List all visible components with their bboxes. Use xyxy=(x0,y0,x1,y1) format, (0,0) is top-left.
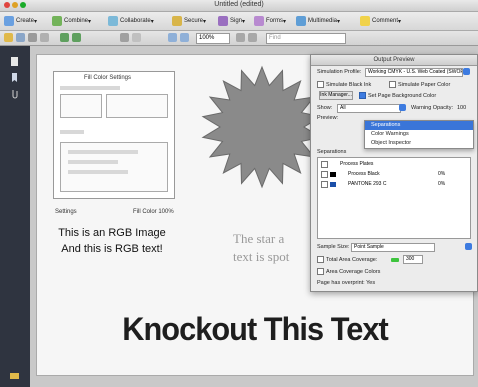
prev-page-icon[interactable] xyxy=(60,33,69,42)
separation-row[interactable]: Process Plates xyxy=(318,160,470,169)
checkbox-icon xyxy=(321,171,328,178)
pages-panel-icon[interactable] xyxy=(9,54,20,66)
simulation-profile-dropdown-icon[interactable] xyxy=(463,68,470,75)
knockout-text: Knockout This Text xyxy=(122,311,388,347)
show-label: Show: xyxy=(317,105,333,111)
sample-size-select[interactable]: Point Sample xyxy=(351,243,435,252)
simulate-black-ink-checkbox[interactable]: Simulate Black Ink xyxy=(317,81,371,88)
fit-width-icon[interactable] xyxy=(248,33,257,42)
simulate-paper-color-checkbox[interactable]: Simulate Paper Color xyxy=(389,81,450,88)
separation-row[interactable]: Process Black 0% xyxy=(318,170,470,179)
comment-button[interactable]: Comment ▾ xyxy=(360,15,401,27)
zoom-out-icon[interactable] xyxy=(168,33,177,42)
menu-item-separations[interactable]: Separations xyxy=(365,121,473,130)
layers-panel-icon[interactable] xyxy=(9,368,20,379)
ink-manager-button[interactable]: Ink Manager... xyxy=(319,91,353,100)
checkbox-icon xyxy=(389,81,396,88)
panel-title: Output Preview xyxy=(311,55,477,66)
fit-page-icon[interactable] xyxy=(236,33,245,42)
separations-list: Process Plates Process Black 0% PANTONE … xyxy=(317,157,471,239)
hand-tool-icon[interactable] xyxy=(132,33,141,42)
separation-row[interactable]: PANTONE 293 C 0% xyxy=(318,180,470,189)
secure-button[interactable]: Secure ▾ xyxy=(172,15,206,27)
multimedia-button[interactable]: Multimedia ▾ xyxy=(296,15,340,27)
checkbox-icon[interactable] xyxy=(317,268,324,275)
create-button[interactable]: Create ▾ xyxy=(4,15,37,27)
collaborate-button[interactable]: Collaborate ▾ xyxy=(108,15,154,27)
save-icon[interactable] xyxy=(16,33,25,42)
embedded-dialog-bar xyxy=(68,160,118,164)
menu-item-color-warnings[interactable]: Color Warnings xyxy=(365,130,473,139)
next-page-icon[interactable] xyxy=(72,33,81,42)
forms-icon xyxy=(254,16,264,26)
spot-color-star xyxy=(201,65,323,189)
embedded-dialog-box xyxy=(60,94,102,118)
checkbox-icon xyxy=(321,161,328,168)
menu-item-object-inspector[interactable]: Object Inspector xyxy=(365,139,473,148)
star-caption-line1: The star a xyxy=(233,231,285,246)
warning-opacity-label: Warning Opacity: xyxy=(411,105,453,111)
thumb-caption-right: Fill Color 100% xyxy=(133,209,174,215)
simulation-profile-label: Simulation Profile: xyxy=(317,69,362,75)
window-titlebar: Untitled (edited) xyxy=(0,0,478,12)
total-area-label: Total Area Coverage: xyxy=(317,256,377,263)
show-select[interactable]: All xyxy=(337,104,401,113)
embedded-dialog-bar xyxy=(68,150,138,154)
rgb-image-text: This is an RGB Image xyxy=(58,227,166,239)
navigation-sidebar xyxy=(0,46,30,387)
preview-label: Preview: xyxy=(317,115,339,121)
star-caption-line2: text is spot xyxy=(233,249,290,264)
separations-header: Separations xyxy=(317,149,347,155)
checkbox-icon xyxy=(321,181,328,188)
area-coverage-label: Area Coverage Colors xyxy=(317,268,380,275)
simulation-profile-select[interactable]: Working CMYK - U.S. Web Coated (SWOP) v2 xyxy=(365,68,463,77)
warning-opacity-value[interactable]: 100 xyxy=(457,105,466,111)
collaborate-icon xyxy=(108,16,118,26)
lock-icon xyxy=(172,16,182,26)
total-area-value[interactable]: 300 xyxy=(403,255,423,264)
print-icon[interactable] xyxy=(28,33,37,42)
color-swatch xyxy=(330,172,336,177)
color-swatch xyxy=(330,182,336,187)
show-dropdown-icon[interactable] xyxy=(399,104,406,111)
checkbox-icon xyxy=(317,81,324,88)
embedded-dialog-image: Fill Color Settings xyxy=(53,71,175,199)
main-toolbar: Create ▾ Combine ▾ Collaborate ▾ Secure ▾ Si… xyxy=(0,12,478,31)
output-preview-panel: Output Preview Simulation Profile: Worki… xyxy=(310,54,478,292)
window-title: Untitled (edited) xyxy=(214,1,264,8)
film-icon xyxy=(296,16,306,26)
bookmarks-panel-icon[interactable] xyxy=(9,70,20,82)
attachments-panel-icon[interactable] xyxy=(9,86,20,99)
page-overprint-status: Page has overprint: Yes xyxy=(317,280,376,286)
sample-size-dropdown-icon[interactable] xyxy=(465,243,472,250)
sample-size-label: Sample Size: xyxy=(317,244,350,250)
navigation-toolbar: 100% Find xyxy=(0,31,478,46)
embedded-dialog-bar xyxy=(60,130,84,134)
embedded-dialog-bar xyxy=(60,86,120,90)
set-page-bg-checkbox[interactable]: Set Page Background Color xyxy=(359,92,436,99)
rgb-text: And this is RGB text! xyxy=(61,243,163,255)
thumb-caption-left: Settings xyxy=(55,209,77,215)
sign-button[interactable]: Sign ▾ xyxy=(218,15,245,27)
folder-icon[interactable] xyxy=(4,33,13,42)
embedded-dialog-bar xyxy=(68,170,128,174)
preview-menu: Separations Color Warnings Object Inspec… xyxy=(364,120,474,149)
combine-icon xyxy=(52,16,62,26)
comment-icon xyxy=(360,16,370,26)
embedded-dialog-title: Fill Color Settings xyxy=(84,75,132,81)
zoom-in-icon[interactable] xyxy=(180,33,189,42)
forms-button[interactable]: Forms ▾ xyxy=(254,15,286,27)
create-icon xyxy=(4,16,14,26)
combine-button[interactable]: Combine ▾ xyxy=(52,15,91,27)
star-shape xyxy=(201,65,323,189)
embedded-dialog-box xyxy=(106,94,168,118)
checkbox-icon xyxy=(359,92,366,99)
select-tool-icon[interactable] xyxy=(120,33,129,42)
total-area-slider[interactable] xyxy=(391,258,399,262)
checkbox-icon[interactable] xyxy=(317,256,324,263)
zoom-level-field[interactable]: 100% xyxy=(196,33,230,44)
email-icon[interactable] xyxy=(40,33,49,42)
find-field[interactable]: Find xyxy=(266,33,346,44)
pen-icon xyxy=(218,16,228,26)
